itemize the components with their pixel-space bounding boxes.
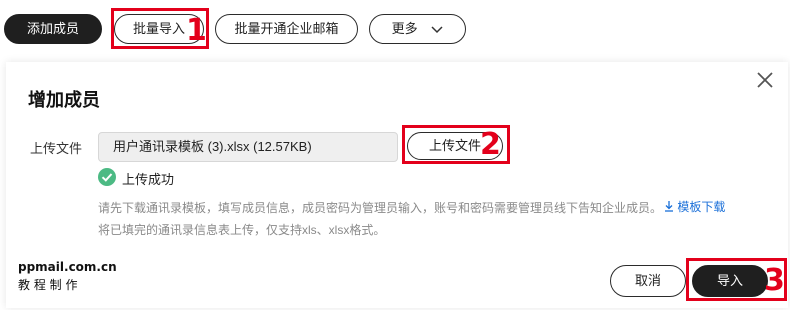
check-circle-icon <box>98 168 116 186</box>
template-download-label: 模板下载 <box>677 200 726 214</box>
watermark-caption: 教 程 制 作 <box>18 278 78 292</box>
hint-text-line1: 请先下载通讯录模板，填写成员信息，成员密码为管理员输入，账号和密码需要管理员线下… <box>98 201 663 215</box>
watermark-domain: ppmail.com.cn <box>18 260 117 274</box>
more-label: 更多 <box>391 21 418 36</box>
upload-success-text: 上传成功 <box>122 172 175 187</box>
hint-text-line2: 将已填完的通讯录信息表上传，仅支持xls、xlsx格式。 <box>98 223 386 237</box>
add-member-button[interactable]: 添加成员 <box>4 14 102 44</box>
add-member-dialog: 增加成员 上传文件 用户通讯录模板 (3).xlsx (12.57KB) 上传文… <box>6 62 788 308</box>
more-dropdown-button[interactable]: 更多 <box>369 14 466 44</box>
bulk-enable-mailbox-button[interactable]: 批量开通企业邮箱 <box>215 14 358 44</box>
annotation-number-1: 1 <box>186 13 207 48</box>
dialog-title: 增加成员 <box>28 90 100 110</box>
chevron-down-icon <box>431 26 443 33</box>
download-icon <box>665 201 673 212</box>
uploaded-file-field: 用户通讯录模板 (3).xlsx (12.57KB) <box>98 132 398 162</box>
close-icon[interactable] <box>753 68 777 92</box>
member-toolbar: 添加成员 批量导入 批量开通企业邮箱 更多 1 <box>0 0 790 58</box>
template-download-link[interactable]: 模板下载 <box>664 198 725 215</box>
upload-file-label: 上传文件 <box>30 141 83 156</box>
annotation-number-2: 2 <box>480 127 501 162</box>
annotation-number-3: 3 <box>764 263 785 298</box>
cancel-button[interactable]: 取消 <box>610 265 686 297</box>
